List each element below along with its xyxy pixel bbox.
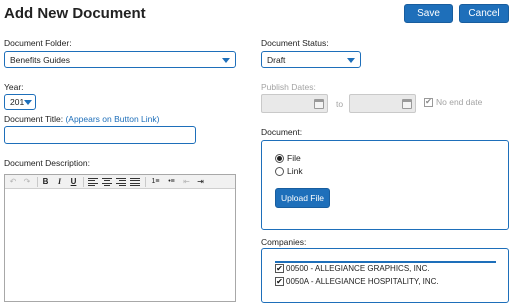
year-label: Year: <box>4 82 24 92</box>
undo-icon[interactable]: ↶ <box>8 177 18 187</box>
calendar-icon[interactable] <box>402 99 412 109</box>
bold-icon[interactable]: B <box>41 177 50 187</box>
doc-title-label-text: Document Title: <box>4 114 64 124</box>
companies-label: Companies: <box>261 237 307 247</box>
status-select[interactable]: Draft <box>261 51 361 68</box>
company-label: 00500 - ALLEGIANCE GRAPHICS, INC. <box>286 264 430 273</box>
document-option-file[interactable]: File <box>275 153 301 163</box>
company-item[interactable]: ✔ 00500 - ALLEGIANCE GRAPHICS, INC. <box>275 264 430 273</box>
page-title: Add New Document <box>4 5 146 22</box>
company-item[interactable]: ✔ 0050A - ALLEGIANCE HOSPITALITY, INC. <box>275 277 439 286</box>
file-radio-label: File <box>287 153 301 163</box>
no-end-date-checkbox[interactable]: ✔ <box>424 97 433 107</box>
year-select[interactable]: 201 <box>4 94 36 110</box>
companies-list[interactable]: ✔ 00500 - ALLEGIANCE GRAPHICS, INC. ✔ 00… <box>261 248 509 303</box>
year-select-value: 201 <box>10 97 25 107</box>
cancel-button[interactable]: Cancel <box>459 4 509 23</box>
link-radio[interactable] <box>275 166 284 176</box>
doc-title-input[interactable] <box>4 126 196 144</box>
chevron-down-icon <box>24 100 32 105</box>
doc-title-label: Document Title: (Appears on Button Link) <box>4 114 159 124</box>
link-radio-label: Link <box>287 166 303 176</box>
upload-file-button[interactable]: Upload File <box>275 188 330 208</box>
folder-select-value: Benefits Guides <box>10 54 71 65</box>
company-checkbox[interactable]: ✔ <box>275 277 284 286</box>
publish-start-date-input[interactable] <box>261 94 328 113</box>
doc-title-hint: (Appears on Button Link) <box>65 114 160 124</box>
no-end-date-option[interactable]: ✔ No end date <box>424 97 482 107</box>
document-label: Document: <box>261 127 303 137</box>
publish-end-date-input[interactable] <box>349 94 416 113</box>
publish-to-label: to <box>336 99 344 109</box>
save-button[interactable]: Save <box>404 4 453 23</box>
description-label: Document Description: <box>4 158 90 168</box>
calendar-icon[interactable] <box>314 99 324 109</box>
align-right-icon[interactable] <box>116 177 126 187</box>
redo-icon[interactable]: ↷ <box>22 177 32 187</box>
description-editor[interactable]: ↶ ↷ B I U 1≡ •≡ ⇤ ⇥ <box>4 174 236 302</box>
ordered-list-icon[interactable]: 1≡ <box>149 177 162 187</box>
unordered-list-icon[interactable]: •≡ <box>165 177 178 187</box>
underline-icon[interactable]: U <box>69 177 78 187</box>
folder-select[interactable]: Benefits Guides <box>4 51 236 68</box>
folder-label: Document Folder: <box>4 38 72 48</box>
company-checkbox[interactable]: ✔ <box>275 264 284 273</box>
align-center-icon[interactable] <box>102 177 112 187</box>
companies-list-scroll-indicator <box>275 261 496 263</box>
chevron-down-icon <box>347 57 355 63</box>
document-panel: File Link Upload File <box>261 140 509 230</box>
status-select-value: Draft <box>267 54 286 65</box>
align-left-icon[interactable] <box>88 177 98 187</box>
italic-icon[interactable]: I <box>55 177 64 187</box>
company-label: 0050A - ALLEGIANCE HOSPITALITY, INC. <box>286 277 439 286</box>
indent-icon[interactable]: ⇥ <box>195 177 206 187</box>
document-option-link[interactable]: Link <box>275 166 303 176</box>
publish-dates-label: Publish Dates: <box>261 82 316 92</box>
no-end-date-label: No end date <box>436 97 483 107</box>
status-label: Document Status: <box>261 38 329 48</box>
editor-toolbar: ↶ ↷ B I U 1≡ •≡ ⇤ ⇥ <box>5 175 235 189</box>
chevron-down-icon <box>222 57 230 63</box>
outdent-icon[interactable]: ⇤ <box>181 177 192 187</box>
align-justify-icon[interactable] <box>130 177 140 187</box>
file-radio[interactable] <box>275 153 284 163</box>
